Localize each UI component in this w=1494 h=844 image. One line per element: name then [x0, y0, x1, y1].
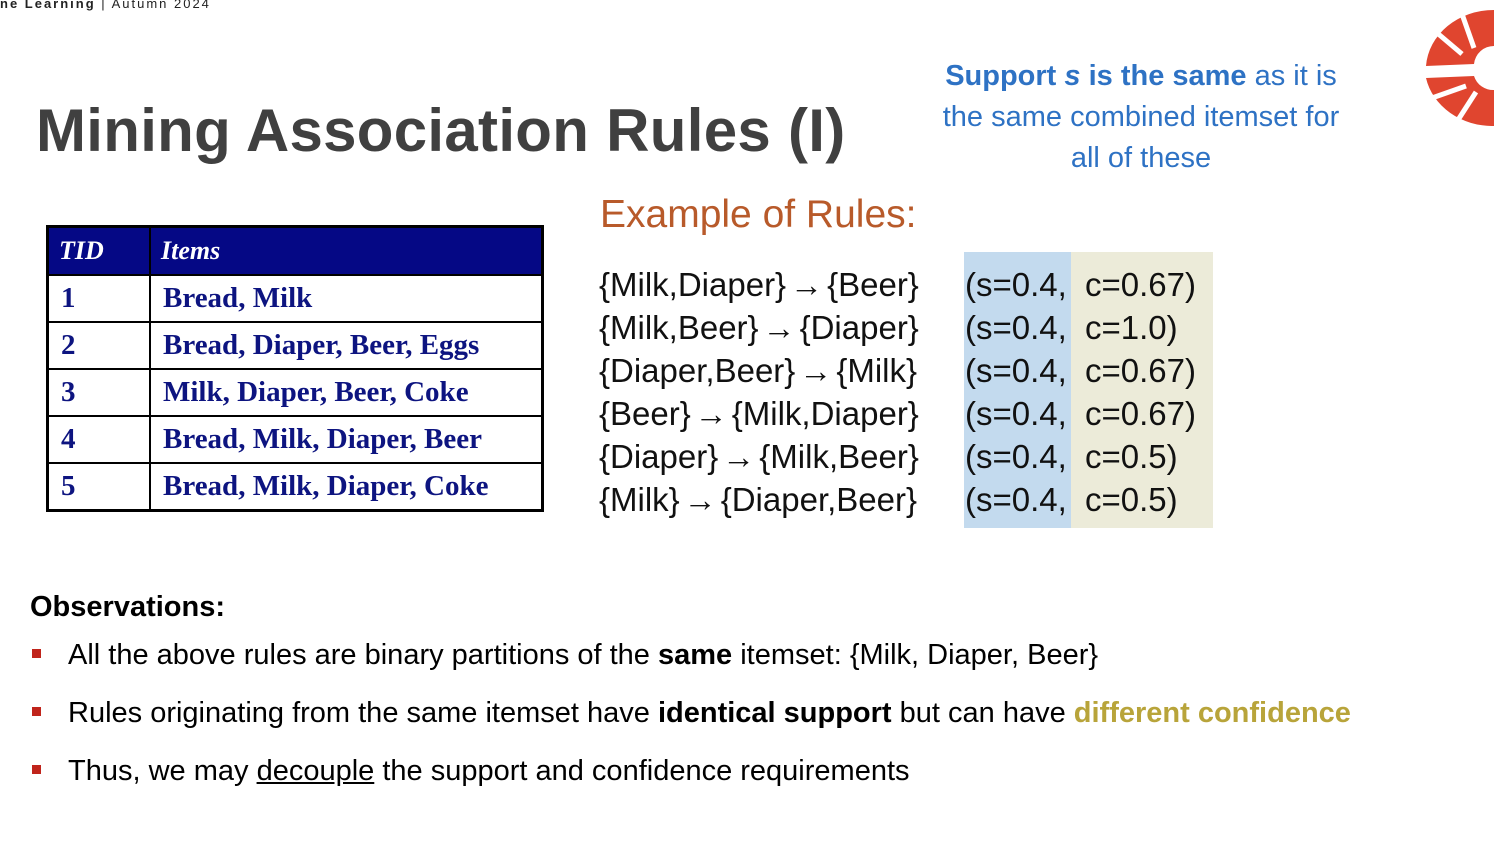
observations-heading: Observations:: [30, 591, 225, 623]
rule-row: {Milk,Diaper} → {Beer} (s=0.4, c=0.67): [599, 263, 1196, 306]
university-logo-icon: [1426, 9, 1494, 126]
observation-bullet: Rules originating from the same itemset …: [32, 697, 1351, 730]
rule-consequent: {Milk,Beer}: [759, 438, 919, 475]
tid-cell: 3: [46, 368, 151, 417]
rule-consequent: {Diaper}: [799, 309, 919, 346]
course-name: ne Learning: [0, 0, 96, 11]
rule-support: (s=0.4,: [965, 309, 1067, 346]
table-header-row: TID Items: [46, 225, 544, 276]
items-column-header: Items: [149, 225, 544, 276]
rule-row: {Diaper,Beer} → {Milk} (s=0.4, c=0.67): [599, 349, 1196, 392]
arrow-icon: →: [799, 352, 833, 389]
bullet-emphasis: same: [658, 639, 733, 671]
rule-support: (s=0.4,: [965, 266, 1067, 303]
rule-row: {Beer} → {Milk,Diaper} (s=0.4, c=0.67): [599, 392, 1196, 435]
tid-cell: 4: [46, 415, 151, 464]
items-cell: Bread, Milk: [149, 274, 544, 323]
support-note: Support s is the same as it is the same …: [930, 56, 1352, 179]
rule-confidence: c=0.67): [1085, 266, 1196, 303]
rule-antecedent: {Beer}: [599, 395, 691, 432]
bullet-text: Rules originating from the same itemset …: [68, 697, 658, 729]
rule-support: (s=0.4,: [965, 438, 1067, 475]
rule-confidence: c=1.0): [1085, 309, 1178, 346]
note-bold-2: is the same: [1080, 60, 1247, 92]
rule-consequent: {Diaper,Beer}: [720, 481, 918, 518]
items-cell: Milk, Diaper, Beer, Coke: [149, 368, 544, 417]
transactions-table: TID Items 1 Bread, Milk 2 Bread, Diaper,…: [46, 225, 544, 512]
tid-cell: 2: [46, 321, 151, 370]
rule-antecedent: {Diaper,Beer}: [599, 352, 796, 389]
table-row: 3 Milk, Diaper, Beer, Coke: [46, 368, 544, 417]
bullet-text: Thus, we may: [68, 755, 257, 787]
rule-support: (s=0.4,: [965, 352, 1067, 389]
tid-column-header: TID: [46, 225, 151, 276]
rule-consequent: {Milk}: [836, 352, 918, 389]
rule-support: (s=0.4,: [965, 395, 1067, 432]
note-bold-1: Support: [945, 60, 1065, 92]
bullet-text: but can have: [891, 697, 1074, 729]
rule-row: {Diaper} → {Milk,Beer} (s=0.4, c=0.5): [599, 435, 1178, 478]
bullet-underlined: decouple: [256, 755, 375, 787]
rule-antecedent: {Milk,Beer}: [599, 309, 759, 346]
rule-confidence: c=0.67): [1085, 395, 1196, 432]
arrow-icon: →: [722, 438, 756, 475]
arrow-icon: →: [762, 309, 796, 346]
items-cell: Bread, Diaper, Beer, Eggs: [149, 321, 544, 370]
rule-antecedent: {Diaper}: [599, 438, 719, 475]
rule-confidence: c=0.5): [1085, 481, 1178, 518]
course-header: ne Learning | Autumn 2024: [0, 0, 211, 11]
rule-consequent: {Milk,Diaper}: [731, 395, 919, 432]
observation-bullet: All the above rules are binary partition…: [32, 639, 1098, 672]
bullet-text: All the above rules are binary partition…: [68, 639, 658, 671]
table-row: 4 Bread, Milk, Diaper, Beer: [46, 415, 544, 464]
note-symbol-s: s: [1064, 60, 1081, 92]
tid-cell: 5: [46, 462, 151, 512]
rule-support: (s=0.4,: [965, 481, 1067, 518]
observation-bullet: Thus, we may decouple the support and co…: [32, 755, 910, 788]
arrow-icon: →: [694, 395, 728, 432]
bullet-emphasis: identical support: [657, 697, 892, 729]
table-row: 1 Bread, Milk: [46, 274, 544, 323]
rules-heading: Example of Rules:: [600, 193, 917, 236]
header-separator: |: [95, 0, 112, 11]
items-cell: Bread, Milk, Diaper, Beer: [149, 415, 544, 464]
bullet-square-icon: [32, 764, 41, 774]
bullet-square-icon: [32, 648, 41, 658]
arrow-icon: →: [683, 481, 717, 518]
bullet-text: the support and confidence requirements: [374, 755, 910, 787]
rule-confidence: c=0.5): [1085, 438, 1178, 475]
rule-antecedent: {Milk,Diaper}: [599, 266, 787, 303]
rule-antecedent: {Milk}: [599, 481, 680, 518]
items-cell: Bread, Milk, Diaper, Coke: [149, 462, 544, 512]
bullet-square-icon: [32, 706, 41, 716]
arrow-icon: →: [790, 266, 824, 303]
bullet-text: itemset: {Milk, Diaper, Beer}: [732, 639, 1099, 671]
rule-row: {Milk,Beer} → {Diaper} (s=0.4, c=1.0): [599, 306, 1178, 349]
course-term: Autumn 2024: [111, 0, 211, 11]
tid-cell: 1: [46, 274, 151, 323]
table-row: 2 Bread, Diaper, Beer, Eggs: [46, 321, 544, 370]
bullet-highlight: different confidence: [1073, 697, 1351, 729]
table-row: 5 Bread, Milk, Diaper, Coke: [46, 462, 544, 512]
rule-confidence: c=0.67): [1085, 352, 1196, 389]
rule-row: {Milk} → {Diaper,Beer} (s=0.4, c=0.5): [599, 478, 1178, 521]
rule-consequent: {Beer}: [827, 266, 919, 303]
slide-title: Mining Association Rules (I): [36, 97, 846, 164]
